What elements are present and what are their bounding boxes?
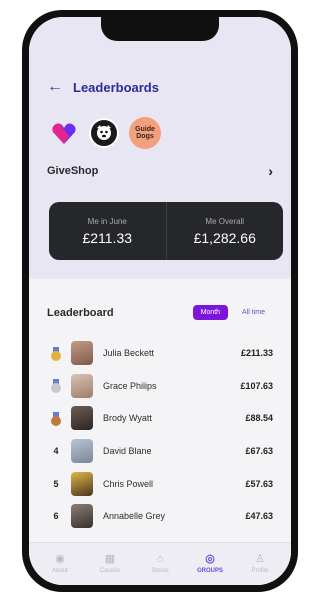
charity-logos: Guide Dogs <box>49 117 161 149</box>
nav-label: Profile <box>251 568 269 574</box>
avatar <box>71 439 93 464</box>
avatar <box>71 406 93 431</box>
charity-dark-logo[interactable] <box>89 118 119 148</box>
causes-icon: ▦ <box>104 553 116 565</box>
rank-number: 4 <box>53 446 59 457</box>
alltime-button[interactable]: All time <box>234 305 273 320</box>
info-icon: ◉ <box>55 553 65 565</box>
leaderboard-row[interactable]: Grace Philips £107.63 <box>47 370 273 403</box>
avatar <box>71 341 93 366</box>
rank-cell <box>47 411 65 426</box>
nav-label: About <box>52 568 68 574</box>
header: ← Leaderboards <box>47 79 159 95</box>
rank-cell <box>47 346 65 361</box>
chevron-right-icon[interactable]: › <box>268 163 273 179</box>
phone-frame: ← Leaderboards Guide Dogs GiveShop › Me … <box>22 10 298 592</box>
avatar <box>71 373 93 398</box>
stat-label: Me Overall <box>205 216 245 226</box>
player-name: Annabelle Grey <box>103 511 166 522</box>
rank-number: 5 <box>53 478 59 489</box>
leaderboard-title: Leaderboard <box>47 306 114 319</box>
period-toggle: Month All time <box>192 305 273 320</box>
avatar <box>71 471 93 496</box>
stat-month: Me in June £211.33 <box>49 202 166 260</box>
rank-number: 6 <box>53 511 59 522</box>
player-name: Brody Wyatt <box>103 413 152 424</box>
guide-dogs-logo-text: Guide Dogs <box>135 126 155 140</box>
leaderboard-header: Leaderboard Month All time <box>47 305 273 320</box>
leaderboard-row[interactable]: 6 Annabelle Grey £47.63 <box>47 500 273 533</box>
profile-icon: ♙ <box>255 553 265 565</box>
bottom-nav: ◉ About ▦ Causes ⌂ Stores ◎ GROUPS ♙ Pro… <box>29 542 291 585</box>
arrow-left-icon[interactable]: ← <box>47 79 63 95</box>
app-screen: ← Leaderboards Guide Dogs GiveShop › Me … <box>29 17 291 585</box>
stat-value: £1,282.66 <box>193 229 256 246</box>
month-button[interactable]: Month <box>192 305 229 320</box>
player-name: David Blane <box>103 446 152 457</box>
player-name: Julia Beckett <box>103 348 155 359</box>
silver-medal-icon <box>51 379 61 394</box>
nav-causes[interactable]: ▦ Causes <box>89 553 131 575</box>
gold-medal-icon <box>51 346 61 361</box>
player-amount: £107.63 <box>240 380 273 391</box>
leaderboard-section: Leaderboard Month All time Julia Beckett… <box>29 279 291 585</box>
animal-logo-icon <box>97 125 111 140</box>
nav-label: Stores <box>151 568 169 574</box>
bronze-medal-icon <box>51 411 61 426</box>
nav-about[interactable]: ◉ About <box>39 553 81 575</box>
avatar <box>71 504 93 529</box>
stats-card: Me in June £211.33 Me Overall £1,282.66 <box>49 202 283 260</box>
player-amount: £47.63 <box>245 511 273 522</box>
shop-row[interactable]: GiveShop › <box>47 163 273 179</box>
player-amount: £211.33 <box>240 348 273 359</box>
player-name: Grace Philips <box>103 380 157 391</box>
page: ← Leaderboards Guide Dogs GiveShop › Me … <box>0 0 311 599</box>
player-amount: £88.54 <box>245 413 273 424</box>
heart-logo-icon <box>52 123 76 144</box>
groups-icon: ◎ <box>205 553 215 565</box>
leaderboard-row[interactable]: Julia Beckett £211.33 <box>47 337 273 370</box>
home-icon: ⌂ <box>156 553 164 565</box>
nav-profile[interactable]: ♙ Profile <box>239 553 281 575</box>
player-amount: £57.63 <box>245 478 273 489</box>
nav-stores[interactable]: ⌂ Stores <box>139 553 181 575</box>
top-section: ← Leaderboards Guide Dogs GiveShop › Me … <box>29 17 291 279</box>
leaderboard-row[interactable]: Brody Wyatt £88.54 <box>47 402 273 435</box>
stat-value: £211.33 <box>82 229 133 246</box>
shop-name: GiveShop <box>47 165 99 177</box>
page-title: Leaderboards <box>73 79 159 95</box>
leaderboard-row[interactable]: 5 Chris Powell £57.63 <box>47 467 273 500</box>
guide-dogs-logo[interactable]: Guide Dogs <box>129 117 161 149</box>
givestar-logo[interactable] <box>49 118 79 148</box>
rank-cell <box>47 379 65 394</box>
nav-groups[interactable]: ◎ GROUPS <box>189 553 231 575</box>
phone-notch <box>101 17 219 41</box>
stat-overall: Me Overall £1,282.66 <box>165 202 284 260</box>
player-amount: £67.63 <box>245 446 273 457</box>
leaderboard-list: Julia Beckett £211.33 Grace Philips £107… <box>47 337 273 533</box>
leaderboard-row[interactable]: 4 David Blane £67.63 <box>47 435 273 468</box>
player-name: Chris Powell <box>103 478 154 489</box>
stat-label: Me in June <box>87 216 127 226</box>
nav-label: Causes <box>99 568 121 574</box>
nav-label: GROUPS <box>196 568 223 574</box>
